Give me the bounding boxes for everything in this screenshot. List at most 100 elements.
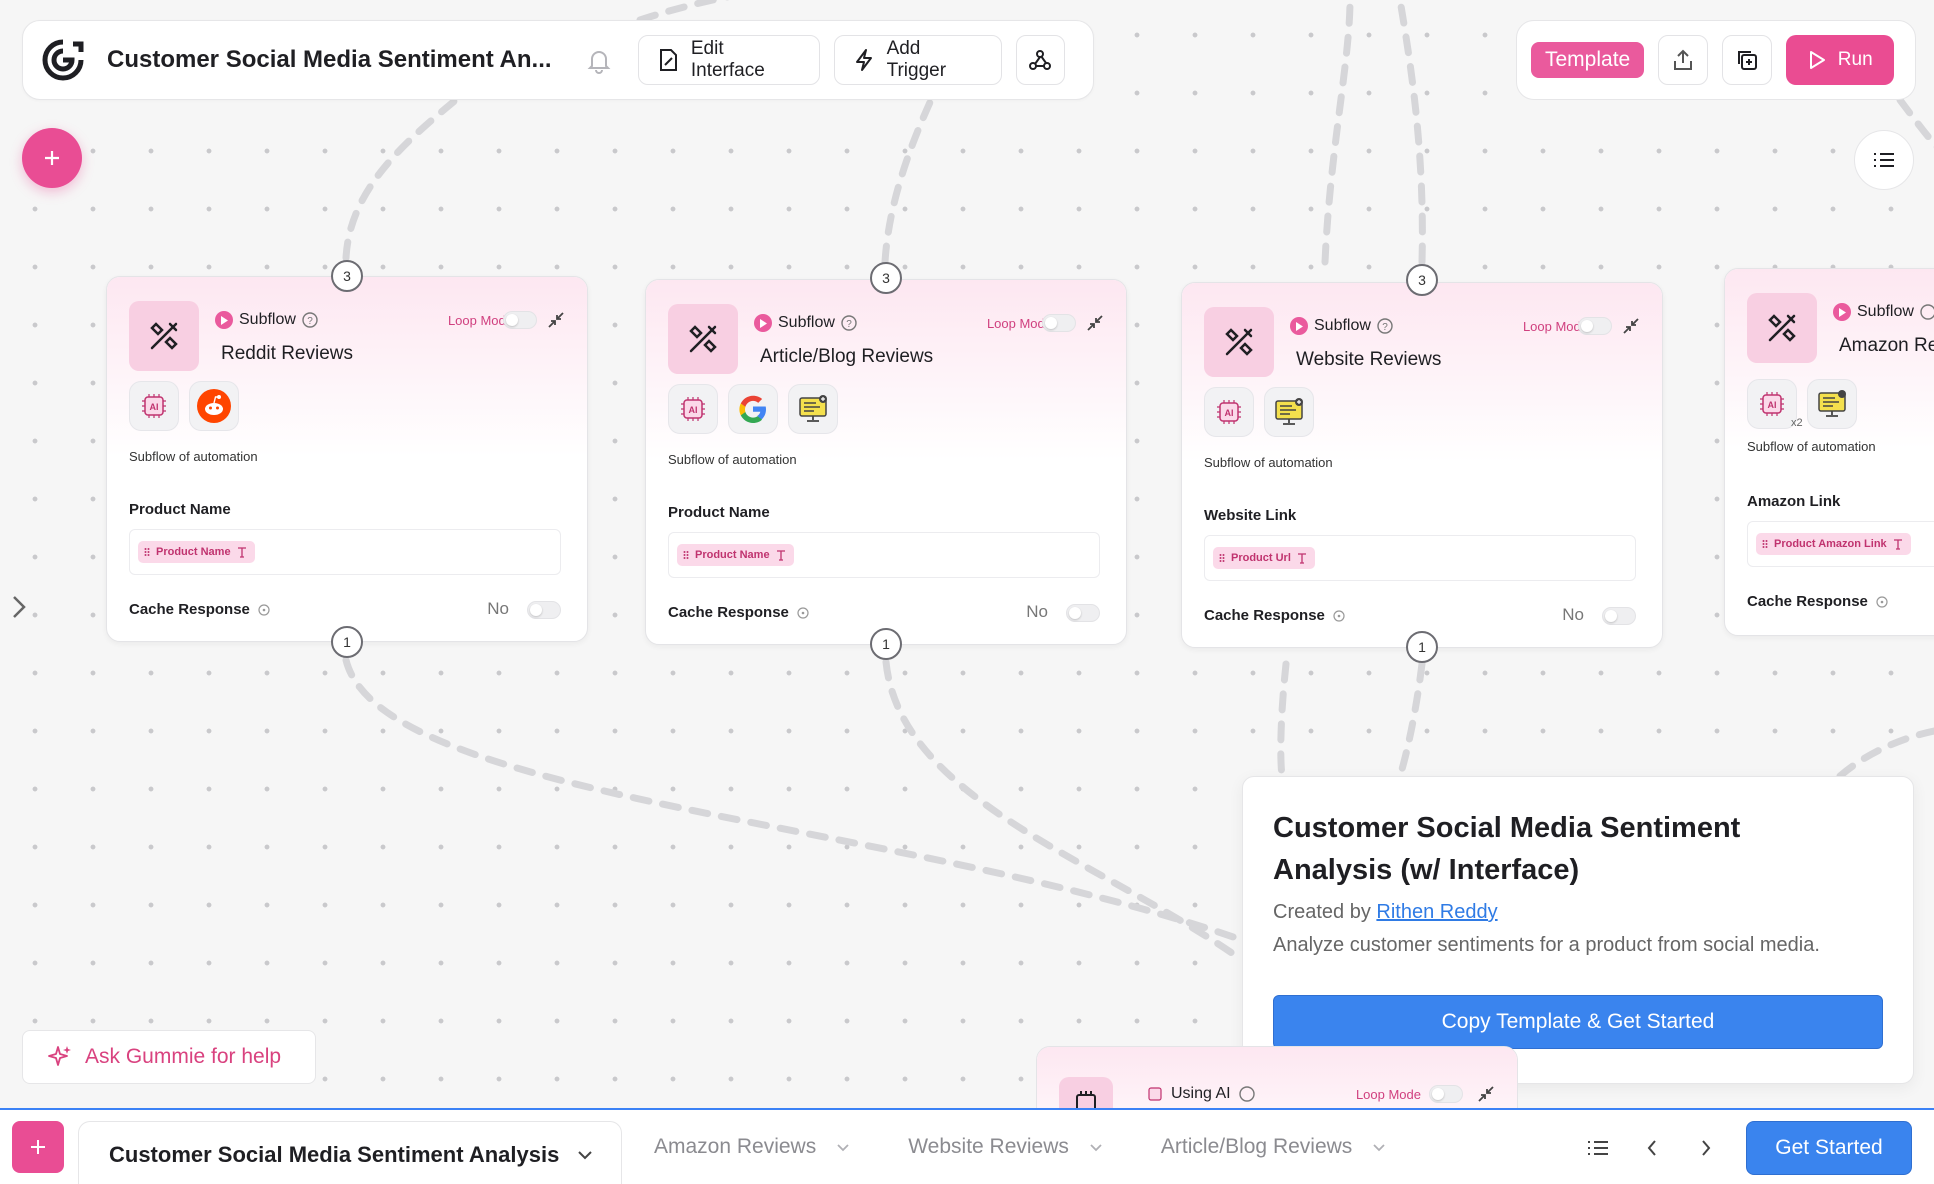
cache-response-label: Cache Response [129,601,270,618]
tab-amazon-reviews[interactable]: Amazon Reviews [654,1135,850,1159]
node-type: Subflow ? [215,311,318,329]
play-icon [215,311,233,329]
collapse-icon[interactable] [547,311,565,329]
loop-mode-label: Loop Mode [1355,1087,1421,1102]
cache-response-text: Cache Response [668,604,789,621]
variable-chip[interactable]: Product Name [138,541,255,563]
loop-mode-toggle[interactable] [1042,314,1076,332]
author-link[interactable]: Rithen Reddy [1376,901,1497,923]
tab-website-reviews[interactable]: Website Reviews [908,1135,1103,1159]
cache-response-toggle[interactable] [527,601,561,619]
webhook-button[interactable] [1015,35,1065,85]
input-port[interactable]: 3 [870,262,902,294]
list-icon [1873,151,1895,169]
amazon-link-field[interactable]: Product Amazon Link [1747,521,1934,567]
collapse-icon[interactable] [1086,314,1104,332]
ask-gummie-button[interactable]: Ask Gummie for help [22,1030,316,1084]
edit-interface-button[interactable]: Edit Interface [637,35,820,85]
ai-chip-icon[interactable]: AI [1747,379,1797,429]
node-type: Subflow ? [754,314,857,332]
list-icon[interactable] [1584,1134,1612,1162]
collapse-icon[interactable] [1622,317,1640,335]
web-scraper-icon[interactable] [1807,379,1857,429]
subflow-icon [668,304,738,374]
node-tools: AI [129,381,239,431]
variable-chip-label: Product Name [156,546,231,558]
app-logo-icon[interactable] [41,38,85,82]
website-link-field[interactable]: Product Url [1204,535,1636,581]
tab-main-flow[interactable]: Customer Social Media Sentiment Analysis [78,1121,622,1184]
bell-icon[interactable] [584,45,614,75]
output-port[interactable]: 1 [870,628,902,660]
loop-mode-toggle[interactable] [503,311,537,329]
help-icon[interactable] [1920,304,1934,320]
template-info-popup: Customer Social Media Sentiment Analysis… [1242,776,1914,1084]
web-scraper-icon[interactable] [788,384,838,434]
variable-chip[interactable]: Product Amazon Link [1756,533,1911,555]
input-port[interactable]: 3 [1406,264,1438,296]
tab-label: Website Reviews [908,1135,1069,1158]
output-port[interactable]: 1 [1406,631,1438,663]
chevron-left-icon[interactable] [1638,1134,1666,1162]
info-icon[interactable] [1333,609,1345,622]
chevron-down-icon[interactable] [836,1143,850,1152]
subflow-node-reddit[interactable]: Subflow ? Reddit Reviews Loop Mode AI Su… [106,276,588,642]
add-tab-button[interactable] [12,1121,64,1173]
output-port[interactable]: 1 [331,626,363,658]
product-name-field[interactable]: Product Name [129,529,561,575]
subflow-icon [1747,293,1817,363]
subflow-node-article-blog[interactable]: Subflow ? Article/Blog Reviews Loop Mode… [645,279,1127,645]
reddit-icon[interactable] [189,381,239,431]
node-type: Subflow [1833,303,1934,321]
cache-response-toggle[interactable] [1066,604,1100,622]
info-icon[interactable] [797,606,809,619]
template-badge[interactable]: Template [1531,42,1645,78]
tab-label: Customer Social Media Sentiment Analysis [109,1141,560,1167]
add-trigger-button[interactable]: Add Trigger [833,35,1002,85]
info-icon[interactable] [258,603,270,616]
run-button[interactable]: Run [1786,35,1895,85]
ai-chip-icon[interactable]: AI [1204,387,1254,437]
loop-mode-toggle[interactable] [1429,1085,1463,1103]
info-icon[interactable] [1876,595,1888,608]
field-label: Amazon Link [1747,493,1841,510]
ai-chip-icon[interactable]: AI [668,384,718,434]
chevron-right-icon[interactable] [1692,1134,1720,1162]
help-icon[interactable]: ? [841,315,857,331]
drag-handle-icon [1219,553,1225,563]
chevron-right-icon[interactable] [8,592,30,622]
svg-text:AI: AI [150,402,159,412]
node-description: Subflow of automation [1204,455,1333,470]
page-title: Customer Social Media Sentiment An... [107,46,552,73]
variable-chip[interactable]: Product Url [1213,547,1315,569]
tool-count-badge: x2 [1791,417,1803,429]
subflow-node-website[interactable]: Subflow ? Website Reviews Loop Mode AI S… [1181,282,1663,648]
outline-list-button[interactable] [1854,130,1914,190]
template-author-line: Created by Rithen Reddy [1273,901,1883,924]
cache-response-toggle[interactable] [1602,607,1636,625]
node-description: Subflow of automation [668,452,797,467]
subflow-node-amazon[interactable]: Subflow Amazon Re AI x2 Subflow of autom… [1724,268,1934,636]
lightning-icon [853,48,875,72]
plus-icon [29,1138,47,1156]
google-icon[interactable] [728,384,778,434]
help-icon[interactable] [1238,1086,1255,1102]
collapse-icon[interactable] [1477,1085,1495,1103]
help-icon[interactable]: ? [302,312,318,328]
tab-article-blog-reviews[interactable]: Article/Blog Reviews [1161,1135,1386,1159]
loop-mode-toggle[interactable] [1578,317,1612,335]
ai-chip-icon[interactable]: AI [129,381,179,431]
add-node-button[interactable] [22,128,82,188]
product-name-field[interactable]: Product Name [668,532,1100,578]
input-port[interactable]: 3 [331,260,363,292]
chevron-down-icon[interactable] [577,1150,593,1160]
chevron-down-icon[interactable] [1089,1143,1103,1152]
chevron-down-icon[interactable] [1372,1143,1386,1152]
variable-chip[interactable]: Product Name [677,544,794,566]
duplicate-button[interactable] [1722,35,1773,85]
web-scraper-icon[interactable] [1264,387,1314,437]
help-icon[interactable]: ? [1377,318,1393,334]
copy-template-button[interactable]: Copy Template & Get Started [1273,995,1883,1049]
get-started-button[interactable]: Get Started [1746,1121,1912,1175]
share-button[interactable] [1658,35,1709,85]
